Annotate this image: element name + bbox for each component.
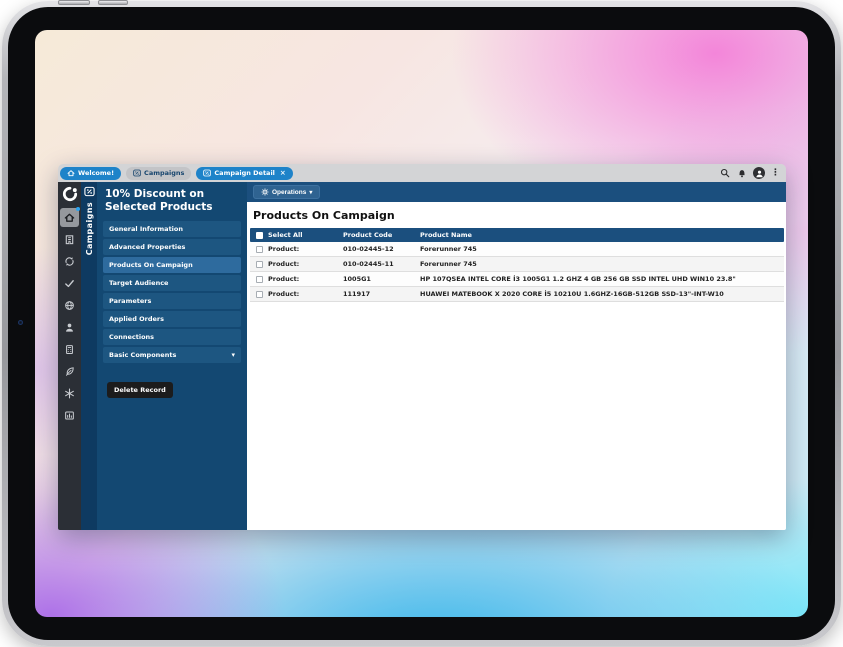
notification-dot bbox=[76, 207, 80, 211]
operations-label: Operations bbox=[272, 189, 306, 196]
stage: Welcome! Campaigns Campaign Detail × bbox=[0, 0, 843, 647]
tab-bar: Welcome! Campaigns Campaign Detail × bbox=[58, 164, 786, 182]
tablet-top-button bbox=[98, 0, 128, 5]
campaign-panel: 10% Discount on Selected Products Genera… bbox=[97, 182, 247, 530]
products-table: Select All Product Code Product Name Pro… bbox=[250, 228, 784, 302]
cell-product-label: Product: bbox=[268, 245, 343, 253]
menu-item-label: Applied Orders bbox=[109, 315, 164, 323]
sidebar-rail bbox=[58, 182, 81, 530]
tab-label: Welcome! bbox=[78, 169, 114, 177]
caret-down-icon: ▾ bbox=[309, 189, 312, 196]
operations-toolbar: Operations ▾ bbox=[247, 182, 786, 202]
operations-button[interactable]: Operations ▾ bbox=[253, 185, 320, 199]
percent-badge-icon bbox=[133, 169, 141, 177]
logo-swirl-icon bbox=[61, 185, 78, 202]
kebab-menu-icon[interactable]: ⋮ bbox=[771, 169, 780, 178]
menu-item-label: Parameters bbox=[109, 297, 151, 305]
menu-item-advanced-properties[interactable]: Advanced Properties bbox=[103, 239, 241, 255]
sidebar-item-user[interactable] bbox=[60, 318, 79, 337]
sidebar-item-sync[interactable] bbox=[60, 252, 79, 271]
search-icon[interactable] bbox=[719, 168, 730, 179]
module-label: Campaigns bbox=[85, 202, 94, 255]
avatar-icon[interactable] bbox=[753, 167, 765, 179]
sidebar-item-calculator[interactable] bbox=[60, 340, 79, 359]
percent-badge-icon bbox=[203, 169, 211, 177]
tablet-top-button bbox=[58, 0, 90, 5]
menu-item-label: Advanced Properties bbox=[109, 243, 185, 251]
cell-product-label: Product: bbox=[268, 260, 343, 268]
tab-campaigns[interactable]: Campaigns bbox=[126, 167, 191, 180]
tabbar-icon-group: ⋮ bbox=[719, 164, 780, 182]
table-row[interactable]: Product: 1005G1 HP 107QSEA INTEL CORE İ3… bbox=[250, 272, 784, 287]
sidebar-item-globe[interactable] bbox=[60, 296, 79, 315]
sidebar-item-check[interactable] bbox=[60, 274, 79, 293]
main-content: Operations ▾ Products On Campaign Select… bbox=[247, 182, 786, 530]
cell-product-name: HP 107QSEA INTEL CORE İ3 1005G1 1.2 GHZ … bbox=[420, 275, 784, 283]
menu-item-label: Basic Components bbox=[109, 351, 176, 359]
section-title: Products On Campaign bbox=[247, 202, 786, 228]
menu-item-basic-components[interactable]: Basic Components ▾ bbox=[103, 347, 241, 363]
close-tab-icon[interactable]: × bbox=[280, 170, 286, 177]
cell-product-label: Product: bbox=[268, 290, 343, 298]
menu-item-products-on-campaign[interactable]: Products On Campaign bbox=[103, 257, 241, 273]
cell-product-code: 010-02445-12 bbox=[343, 245, 420, 253]
menu-item-label: Products On Campaign bbox=[109, 261, 193, 269]
chevron-down-icon: ▾ bbox=[231, 351, 235, 359]
tab-campaign-detail[interactable]: Campaign Detail × bbox=[196, 167, 292, 180]
row-checkbox[interactable] bbox=[256, 246, 263, 253]
window-body: Campaigns 10% Discount on Selected Produ… bbox=[58, 182, 786, 530]
header-select-all: Select All bbox=[268, 231, 343, 239]
menu-item-applied-orders[interactable]: Applied Orders bbox=[103, 311, 241, 327]
menu-item-target-audience[interactable]: Target Audience bbox=[103, 275, 241, 291]
sidebar-item-chart-box[interactable] bbox=[60, 406, 79, 425]
header-product-code: Product Code bbox=[343, 231, 420, 239]
gear-icon bbox=[261, 188, 269, 196]
app-window: Welcome! Campaigns Campaign Detail × bbox=[58, 164, 786, 530]
tab-welcome[interactable]: Welcome! bbox=[60, 167, 121, 180]
table-row[interactable]: Product: 010-02445-12 Forerunner 745 bbox=[250, 242, 784, 257]
tab-label: Campaigns bbox=[144, 169, 184, 177]
select-all-checkbox[interactable] bbox=[256, 232, 263, 239]
bell-icon[interactable] bbox=[736, 168, 747, 179]
cell-product-name: Forerunner 745 bbox=[420, 245, 784, 253]
cell-product-name: Forerunner 745 bbox=[420, 260, 784, 268]
cell-product-name: HUAWEI MATEBOOK X 2020 CORE İ5 10210U 1.… bbox=[420, 290, 784, 298]
tab-label: Campaign Detail bbox=[214, 169, 275, 177]
cell-product-code: 111917 bbox=[343, 290, 420, 298]
table-header-row: Select All Product Code Product Name bbox=[250, 228, 784, 242]
cell-product-code: 1005G1 bbox=[343, 275, 420, 283]
sidebar-item-home[interactable] bbox=[60, 208, 79, 227]
sidebar-item-flower[interactable] bbox=[60, 384, 79, 403]
front-camera bbox=[18, 320, 23, 325]
cell-product-label: Product: bbox=[268, 275, 343, 283]
menu-item-label: Target Audience bbox=[109, 279, 168, 287]
row-checkbox[interactable] bbox=[256, 276, 263, 283]
table-row[interactable]: Product: 111917 HUAWEI MATEBOOK X 2020 C… bbox=[250, 287, 784, 302]
header-product-name: Product Name bbox=[420, 231, 784, 239]
sidebar-item-storefront[interactable] bbox=[60, 230, 79, 249]
percent-badge-icon bbox=[84, 186, 95, 197]
menu-item-connections[interactable]: Connections bbox=[103, 329, 241, 345]
menu-item-label: Connections bbox=[109, 333, 154, 341]
row-checkbox[interactable] bbox=[256, 291, 263, 298]
row-checkbox[interactable] bbox=[256, 261, 263, 268]
home-icon bbox=[67, 169, 75, 177]
delete-record-tooltip[interactable]: Delete Record bbox=[107, 382, 173, 398]
cell-product-code: 010-02445-11 bbox=[343, 260, 420, 268]
sidebar-item-leaf[interactable] bbox=[60, 362, 79, 381]
menu-item-parameters[interactable]: Parameters bbox=[103, 293, 241, 309]
menu-item-label: General Information bbox=[109, 225, 183, 233]
campaign-title: 10% Discount on Selected Products bbox=[103, 187, 241, 221]
table-row[interactable]: Product: 010-02445-11 Forerunner 745 bbox=[250, 257, 784, 272]
menu-item-general-information[interactable]: General Information bbox=[103, 221, 241, 237]
module-strip: Campaigns bbox=[81, 182, 97, 530]
